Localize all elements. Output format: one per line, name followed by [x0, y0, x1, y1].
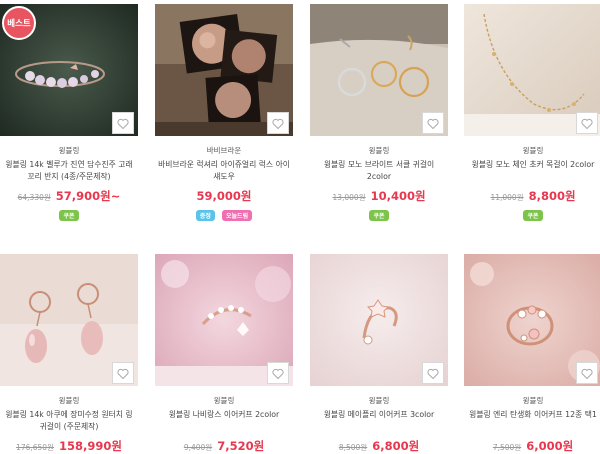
product-card[interactable]: 윙블링 윙블링 모노 체인 초커 목걸이 2color 11,000원 8,800… — [464, 4, 600, 221]
product-card[interactable]: 윙블링 윙블링 나비랑스 이어커프 2color 9,400원 7,520원 — [155, 254, 293, 453]
original-price: 13,000원 — [332, 193, 366, 202]
original-price: 11,000원 — [490, 193, 524, 202]
product-card[interactable]: 윙블링 윙블링 메이플리 이어커프 3color 8,500원 6,800원 — [310, 254, 448, 453]
product-name[interactable]: 바비브라운 럭셔리 아이쥬얼리 럭스 아이섀도우 — [155, 159, 293, 183]
heart-outline-icon[interactable] — [422, 362, 444, 384]
sale-price: 10,400원 — [370, 189, 426, 203]
product-brand: 윙블링 — [213, 396, 235, 405]
coupon-tag: 쿠폰 — [523, 210, 543, 221]
product-name[interactable]: 윙블링 메이플리 이어커프 3color — [310, 409, 448, 433]
heart-outline-icon[interactable] — [112, 362, 134, 384]
original-price: 7,500원 — [492, 443, 522, 452]
coupon-tag: 쿠폰 — [59, 210, 79, 221]
sale-price: 8,800원 — [528, 189, 576, 203]
product-brand: 윙블링 — [58, 146, 80, 155]
tag-list: 증정 오늘드림 — [155, 203, 293, 221]
product-thumbnail[interactable] — [155, 4, 293, 136]
product-card[interactable]: 윙블링 윙블링 14k 아쿠에 장미수정 원터치 링 귀걸이 (주문제작) 17… — [0, 254, 138, 453]
original-price: 9,400원 — [183, 443, 213, 452]
product-brand: 윙블링 — [368, 396, 390, 405]
product-grid: 베스트 윙블링 윙블링 14k 벨루가 진연 담수진주 고래꼬리 반지 (4종/… — [0, 0, 600, 453]
price-row: 9,400원 7,520원 — [155, 435, 293, 453]
heart-outline-icon[interactable] — [576, 112, 598, 134]
product-thumbnail[interactable] — [310, 254, 448, 386]
original-price: 8,500원 — [338, 443, 368, 452]
product-brand: 바비브라운 — [206, 146, 242, 155]
heart-outline-icon[interactable] — [422, 112, 444, 134]
price-row: 64,330원 57,900원~ — [0, 185, 138, 203]
product-thumbnail[interactable] — [464, 254, 600, 386]
product-card[interactable]: 베스트 윙블링 윙블링 14k 벨루가 진연 담수진주 고래꼬리 반지 (4종/… — [0, 4, 138, 221]
heart-outline-icon[interactable] — [267, 362, 289, 384]
product-brand: 윙블링 — [522, 396, 544, 405]
sale-price: 59,000원 — [196, 189, 252, 203]
sale-price: 7,520원 — [217, 439, 265, 453]
price-row: 11,000원 8,800원 — [464, 185, 600, 203]
product-brand: 윙블링 — [58, 396, 80, 405]
product-card[interactable]: 윙블링 윙블링 엔리 탄생화 이어커프 12종 택1 7,500원 6,000원 — [464, 254, 600, 453]
product-name[interactable]: 윙블링 나비랑스 이어커프 2color — [155, 409, 293, 433]
product-card[interactable]: 윙블링 윙블링 모노 브라이트 서클 귀걸이 2color 13,000원 10,… — [310, 4, 448, 221]
price-row: 13,000원 10,400원 — [310, 185, 448, 203]
product-name[interactable]: 윙블링 14k 아쿠에 장미수정 원터치 링 귀걸이 (주문제작) — [0, 409, 138, 433]
product-thumbnail[interactable] — [464, 4, 600, 136]
product-thumbnail[interactable] — [0, 254, 138, 386]
product-brand: 윙블링 — [522, 146, 544, 155]
tag-list: 쿠폰 — [0, 203, 138, 221]
sale-price: 6,000원 — [526, 439, 574, 453]
gift-tag: 증정 — [195, 210, 215, 221]
price-row: 7,500원 6,000원 — [464, 435, 600, 453]
product-thumbnail[interactable] — [155, 254, 293, 386]
product-name[interactable]: 윙블링 모노 체인 초커 목걸이 2color — [464, 159, 600, 183]
sale-price: 6,800원 — [372, 439, 420, 453]
price-row: 59,000원 — [155, 185, 293, 203]
heart-outline-icon[interactable] — [112, 112, 134, 134]
price-row: 176,650원 158,990원 — [0, 435, 138, 453]
product-name[interactable]: 윙블링 14k 벨루가 진연 담수진주 고래꼬리 반지 (4종/주문제작) — [0, 159, 138, 183]
product-name[interactable]: 윙블링 엔리 탄생화 이어커프 12종 택1 — [464, 409, 600, 433]
sale-price: 57,900원~ — [55, 189, 121, 203]
product-thumbnail[interactable]: 베스트 — [0, 4, 138, 136]
product-card[interactable]: 바비브라운 바비브라운 럭셔리 아이쥬얼리 럭스 아이섀도우 59,000원 증… — [155, 4, 293, 221]
heart-outline-icon[interactable] — [576, 362, 598, 384]
heart-outline-icon[interactable] — [267, 112, 289, 134]
original-price: 64,330원 — [17, 193, 51, 202]
tag-list: 쿠폰 — [310, 203, 448, 221]
best-badge: 베스트 — [2, 6, 36, 40]
sale-price: 158,990원 — [58, 439, 122, 453]
product-thumbnail[interactable] — [310, 4, 448, 136]
tag-list: 쿠폰 — [464, 203, 600, 221]
product-brand: 윙블링 — [368, 146, 390, 155]
coupon-tag: 쿠폰 — [369, 210, 389, 221]
product-name[interactable]: 윙블링 모노 브라이트 서클 귀걸이 2color — [310, 159, 448, 183]
price-row: 8,500원 6,800원 — [310, 435, 448, 453]
today-delivery-tag: 오늘드림 — [222, 210, 253, 221]
original-price: 176,650원 — [16, 443, 54, 452]
